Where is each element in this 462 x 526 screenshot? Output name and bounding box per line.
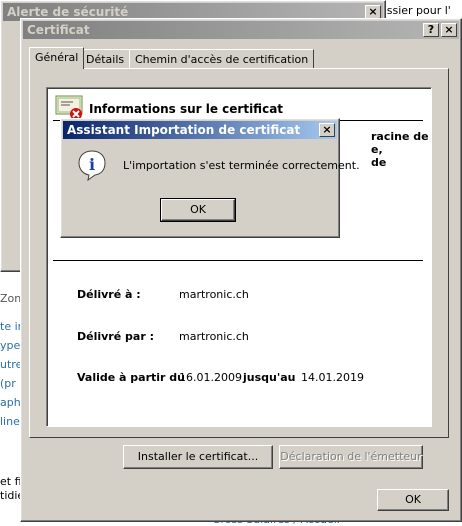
issued-by-label: Délivré par : — [77, 330, 154, 343]
import-dialog-close-icon[interactable]: × — [319, 123, 335, 137]
issuer-statement-button: Déclaration de l'émetteur — [279, 445, 423, 469]
bg-link-3[interactable]: utre — [0, 358, 22, 371]
import-dialog: Assistant Importation de certificat × i … — [60, 118, 360, 238]
tab-certification-path[interactable]: Chemin d'accès de certification — [129, 49, 315, 69]
bg-text-et: et fi — [0, 475, 22, 488]
tab-details-label: Détails — [86, 53, 125, 66]
certificate-title: Certificat — [27, 23, 90, 37]
info-heading: Informations sur le certificat — [89, 102, 284, 116]
import-dialog-titlebar: Assistant Importation de certificat × — [63, 121, 337, 139]
bg-link-2[interactable]: ype — [0, 339, 20, 352]
tab-details[interactable]: Détails — [80, 49, 131, 69]
certificate-error-icon — [55, 95, 83, 120]
partial-text-2: e, — [371, 143, 383, 156]
certificate-titlebar: Certificat ? × — [23, 21, 459, 39]
security-alert-close-icon[interactable]: × — [365, 5, 381, 19]
issued-to-label: Délivré à : — [77, 288, 141, 301]
valid-to-value: 14.01.2019 — [301, 371, 364, 384]
install-certificate-button[interactable]: Installer le certificat... — [123, 445, 273, 469]
tab-strip: Général Détails Chemin d'accès de certif… — [29, 47, 449, 69]
tab-general-label: Général — [35, 51, 79, 64]
valid-to-label: jusqu'au — [243, 371, 296, 384]
security-alert-title: Alerte de sécurité — [7, 5, 129, 19]
import-success-message: L'importation s'est terminée correctemen… — [123, 159, 360, 172]
tab-certification-path-label: Chemin d'accès de certification — [135, 53, 309, 66]
tab-general[interactable]: Général — [29, 47, 85, 69]
valid-from-value: 16.01.2009 — [179, 371, 242, 384]
certificate-window: Certificat ? × Général Détails Chemin d'… — [20, 18, 462, 522]
bg-link-4[interactable]: (pr — [0, 377, 16, 390]
certificate-ok-button[interactable]: OK — [377, 489, 449, 511]
bg-link-6[interactable]: line — [0, 415, 20, 428]
issued-to-value: martronic.ch — [179, 288, 249, 301]
info-separator-bottom — [53, 260, 423, 261]
bg-link-5[interactable]: aph — [0, 396, 21, 409]
import-dialog-title: Assistant Importation de certificat — [67, 123, 301, 137]
partial-text-1: racine de — [371, 130, 429, 143]
import-ok-button[interactable]: OK — [160, 198, 236, 222]
partial-text-3: de — [371, 156, 387, 169]
bg-text-top: ossier pour l' — [380, 4, 451, 17]
information-icon-glyph: i — [89, 155, 95, 174]
help-icon[interactable]: ? — [423, 23, 439, 37]
issued-by-value: martronic.ch — [179, 330, 249, 343]
certificate-close-icon[interactable]: × — [441, 23, 457, 37]
valid-from-label: Valide à partir du — [77, 371, 186, 384]
information-icon: i — [78, 150, 106, 181]
